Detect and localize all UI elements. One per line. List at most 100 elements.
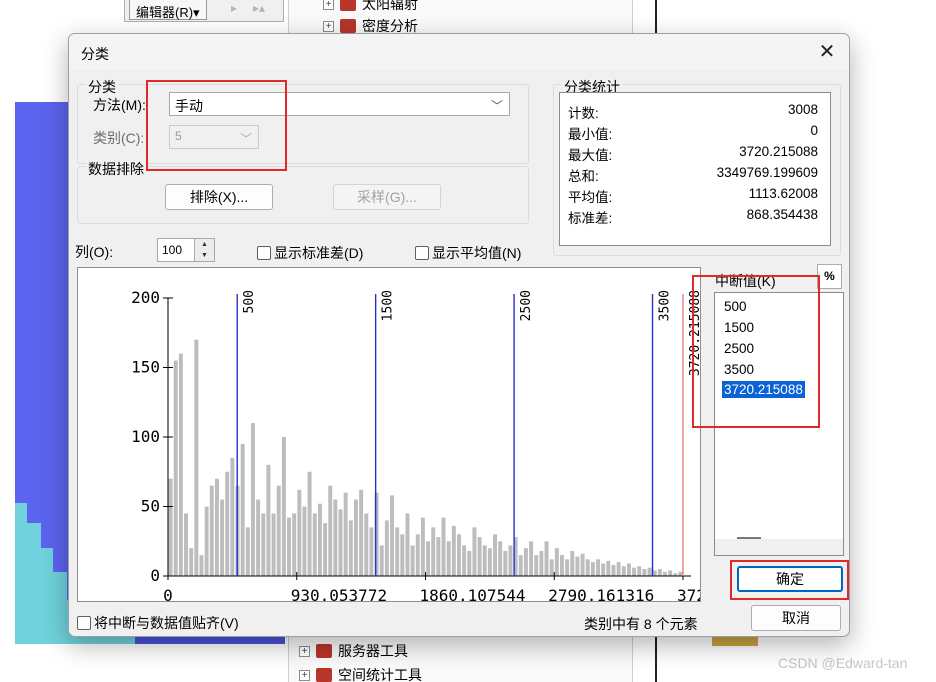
break-line-label: 2500 [519,290,534,321]
histogram-bar [343,492,348,576]
classes-value: 5 [175,129,182,143]
break-value-item[interactable]: 3500 [722,361,756,378]
break-value-item[interactable]: 2500 [722,340,756,357]
percent-button[interactable]: % [817,264,842,289]
histogram-bar [292,513,297,576]
edit-vertex-tool-icon[interactable]: ▸▴ [253,1,265,15]
histogram-bar [364,513,369,576]
columns-value: 100 [162,243,183,257]
method-dropdown[interactable]: 手动 ﹀ [169,92,510,116]
editor-menu-button[interactable]: 编辑器(R)▾ [129,0,207,20]
histogram-bar [503,550,508,576]
show-mean-checkbox[interactable]: 显示平均值(N) [415,243,521,263]
close-icon[interactable]: ✕ [813,38,841,66]
cancel-button[interactable]: 取消 [751,605,841,631]
checkbox-icon[interactable] [77,616,91,630]
histogram-bar [616,562,621,576]
histogram-bar [184,513,188,576]
histogram-bar [256,499,261,576]
histogram-bar [240,443,245,576]
classes-dropdown[interactable]: 5 ﹀ [169,125,259,149]
histogram-bar [523,548,528,576]
histogram-bar [668,570,673,576]
expand-icon[interactable]: + [299,669,310,681]
expand-icon[interactable]: + [323,0,334,10]
histogram-bar [261,513,266,576]
histogram-bar [271,513,276,576]
histogram-bar [302,506,307,576]
break-line-label: 3500 [658,290,673,321]
ok-button[interactable]: 确定 [737,566,843,592]
columns-spinner[interactable]: 100 ▲ ▼ [157,238,215,262]
tree-item-server-tools[interactable]: + 服务器工具 [299,641,408,661]
stat-label: 总和: [568,169,599,184]
histogram-bar [400,534,405,576]
stat-row-max: 最大值: 3720.215088 [568,144,818,165]
histogram-bar [281,437,286,576]
list-scroll-indicator[interactable] [737,537,761,539]
histogram-bar [312,513,317,576]
checkbox-icon[interactable] [257,246,271,260]
break-value-item[interactable]: 1500 [722,319,756,336]
histogram-bar [230,457,235,576]
histogram-chart[interactable]: 0 50 100 150 200 0 930.053772 1860.107544 2790.1… [78,268,773,605]
histogram-bar [251,423,255,576]
stat-label: 最大值: [568,148,613,163]
stat-row-mean: 平均值: 1113.62008 [568,186,818,207]
break-values-list[interactable]: 500 1500 2500 3500 3720.215088 [714,292,844,556]
histogram-bar [621,566,626,576]
expand-icon[interactable]: + [323,20,334,32]
histogram-bar [245,527,250,576]
histogram-bar [173,360,178,576]
histogram-bar [333,499,338,576]
pointer-tool-icon[interactable]: ▸ [231,1,237,15]
tree-item-spatial-statistics[interactable]: + 空间统计工具 [299,665,422,682]
histogram-bar [204,506,209,576]
exclusion-button[interactable]: 排除(X)... [165,184,273,210]
histogram-bar [663,571,667,576]
spin-up-icon[interactable]: ▲ [195,239,214,250]
histogram-bar [498,541,503,576]
dialog-titlebar[interactable]: 分类 ✕ [69,34,849,70]
toolbox-icon [316,668,332,682]
stat-value: 3720.215088 [739,144,818,159]
histogram-bar [209,485,214,576]
histogram-bar [420,517,425,576]
stat-value: 0 [810,123,818,138]
watermark: CSDN @Edward-tan [778,655,908,671]
histogram-bar [307,471,312,576]
histogram-bar [539,550,544,576]
stat-value: 1113.62008 [748,186,818,201]
show-std-label: 显示标准差(D) [274,245,364,261]
stat-label: 计数: [568,106,599,121]
show-std-checkbox[interactable]: 显示标准差(D) [257,243,363,263]
toolbox-icon [340,0,356,11]
tree-item-solar-radiation[interactable]: + 太阳辐射 [323,0,418,14]
histogram-bar [477,537,482,576]
histogram-bar [220,499,225,576]
background-map-teal [53,572,67,644]
chevron-down-icon: ﹀ [239,132,252,146]
histogram-bar [276,485,281,576]
histogram-bar [565,559,570,576]
stat-value: 3008 [787,102,818,117]
histogram-panel[interactable]: 0 50 100 150 200 0 930.053772 1860.107544 2790.1… [77,267,773,605]
histogram-bar [678,571,683,576]
snap-breaks-checkbox[interactable]: 将中断与数据值贴齐(V) [77,613,239,633]
histogram-bar [348,520,353,576]
histogram-bar [642,569,647,576]
histogram-bar [178,353,183,576]
columns-label: 列(O): [75,244,114,260]
break-value-item[interactable]: 500 [722,298,749,315]
expand-icon[interactable]: + [299,645,310,657]
break-list-footer [715,539,843,555]
histogram-bar [297,489,302,576]
background-map-teal [27,523,41,644]
break-value-item-selected[interactable]: 3720.215088 [722,381,805,398]
stat-row-std: 标准差: 868.354438 [568,207,818,228]
histogram-bar [426,541,431,576]
sampling-button[interactable]: 采样(G)... [333,184,441,210]
histogram-bar [214,478,219,576]
spin-down-icon[interactable]: ▼ [195,250,214,261]
checkbox-icon[interactable] [415,246,429,260]
